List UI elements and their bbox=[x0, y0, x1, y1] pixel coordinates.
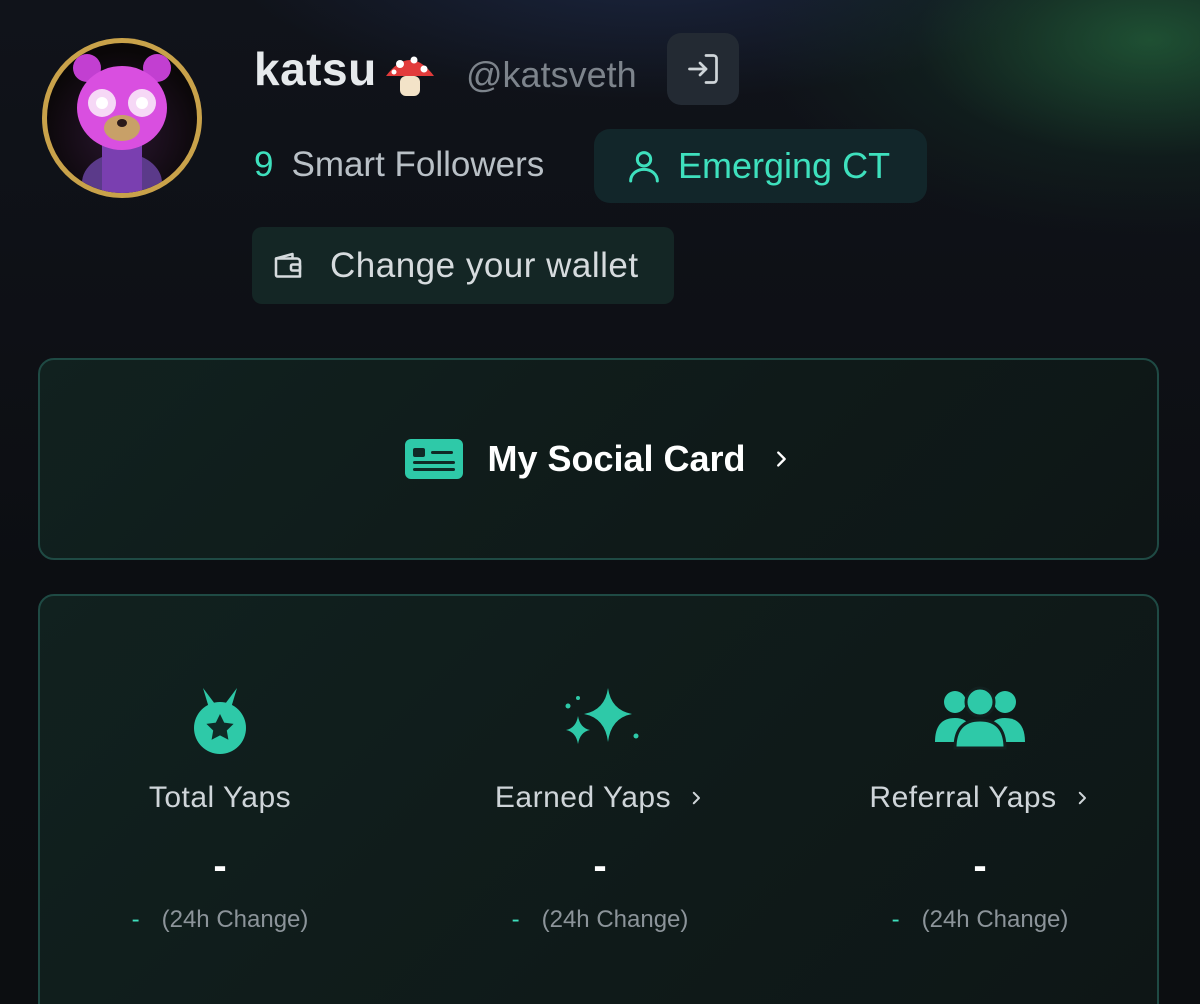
id-card-icon bbox=[405, 439, 464, 479]
followers-count: 9 bbox=[254, 145, 274, 184]
badge-label: Emerging CT bbox=[678, 145, 891, 186]
stat-value: - bbox=[593, 844, 607, 888]
users-icon bbox=[935, 686, 1025, 750]
stat-label: Total Yaps bbox=[148, 781, 292, 814]
wallet-icon bbox=[274, 252, 302, 278]
profile-name: katsu bbox=[254, 43, 377, 95]
profile-handle: @katsveth bbox=[466, 54, 637, 95]
stat-earned-yaps[interactable]: Earned Yaps - - (24h Change) bbox=[420, 596, 780, 976]
chevron-right-icon bbox=[776, 451, 786, 467]
stat-change-label: (24h Change) bbox=[161, 906, 309, 933]
mushroom-icon bbox=[386, 56, 434, 96]
chevron-right-icon bbox=[1078, 791, 1086, 805]
chevron-right-icon bbox=[692, 791, 701, 805]
followers-label: Smart Followers bbox=[291, 145, 545, 184]
smart-followers: 9 Smart Followers bbox=[254, 145, 544, 185]
medal-icon bbox=[194, 688, 246, 754]
logout-icon bbox=[688, 54, 718, 84]
change-wallet-button[interactable]: Change your wallet bbox=[252, 227, 674, 304]
stat-value: - bbox=[213, 844, 227, 888]
stat-referral-yaps[interactable]: Referral Yaps - - (24h Change) bbox=[800, 596, 1160, 976]
stat-label: Referral Yaps bbox=[869, 781, 1057, 814]
sparkles-icon bbox=[565, 688, 639, 744]
stat-change-label: (24h Change) bbox=[921, 906, 1069, 933]
stat-change: - bbox=[891, 906, 900, 933]
bear-avatar-icon bbox=[73, 54, 171, 193]
profile-page: katsu @katsveth 9 Smart Followers Emergi… bbox=[0, 0, 1200, 1004]
avatar-image bbox=[47, 43, 197, 193]
social-card[interactable]: My Social Card bbox=[38, 358, 1159, 560]
stat-change: - bbox=[511, 906, 520, 933]
avatar[interactable] bbox=[42, 38, 202, 198]
social-card-label: My Social Card bbox=[487, 438, 746, 479]
logout-button[interactable] bbox=[667, 33, 739, 105]
user-icon bbox=[629, 151, 659, 183]
status-badge: Emerging CT bbox=[594, 129, 927, 203]
yaps-stats-card: Total Yaps - - (24h Change) Earned Yaps bbox=[38, 594, 1159, 1004]
stat-label: Earned Yaps bbox=[494, 781, 672, 814]
stat-change-label: (24h Change) bbox=[541, 906, 689, 933]
stat-value: - bbox=[973, 844, 987, 888]
stat-total-yaps: Total Yaps - - (24h Change) bbox=[40, 596, 400, 976]
stat-change: - bbox=[131, 906, 140, 933]
wallet-label: Change your wallet bbox=[330, 245, 639, 285]
